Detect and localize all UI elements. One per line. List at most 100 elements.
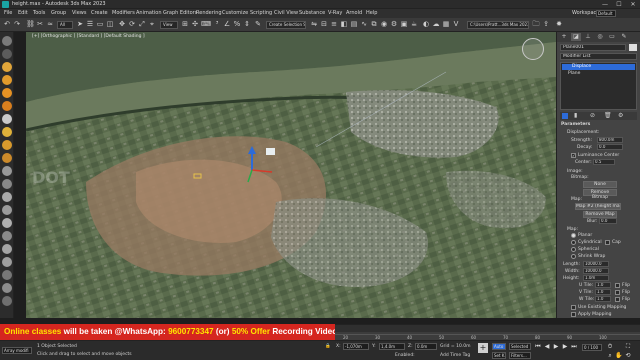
toggle-ribbon-icon[interactable]: ▤ <box>350 20 358 29</box>
play-icon[interactable]: ▶ <box>552 343 560 351</box>
vray-sun-icon[interactable] <box>2 75 12 85</box>
width-spinner[interactable]: 10000.0 <box>583 268 609 274</box>
modifier-list-dropdown[interactable]: Modifier List <box>560 53 637 60</box>
pin-stack-icon[interactable] <box>562 113 568 119</box>
link-icon[interactable]: ⛓ <box>26 20 35 29</box>
toggle-layer-explorer-icon[interactable]: ◧ <box>340 20 348 29</box>
auto-key-button[interactable]: Auto <box>492 343 506 350</box>
rectangular-selection-icon[interactable]: ▭ <box>96 20 104 29</box>
menu-customize[interactable]: Customize <box>222 10 248 16</box>
modify-tab-icon[interactable]: ◪ <box>571 33 581 41</box>
y-coord-field[interactable]: 1,4.0m <box>379 343 405 350</box>
modifier-stack-item-displace[interactable]: Displace <box>562 64 635 70</box>
material-editor-icon[interactable]: ◉ <box>380 20 388 29</box>
select-by-name-icon[interactable]: ☰ <box>86 20 94 29</box>
v-flip-checkbox[interactable] <box>615 290 620 295</box>
length-spinner[interactable]: 10000.0 <box>583 261 609 267</box>
set-key-button[interactable]: Set K. <box>492 352 506 359</box>
vray-proxy-icon[interactable] <box>2 114 12 124</box>
render-in-cloud-icon[interactable]: ☁ <box>432 20 440 29</box>
next-frame-icon[interactable]: ▶ <box>561 343 569 351</box>
planar-radio[interactable] <box>571 233 576 238</box>
map-button[interactable]: Map #2 (height map (2)... <box>575 203 621 210</box>
bitmap-none-button[interactable]: None <box>583 181 617 188</box>
previous-frame-icon[interactable]: ◀ <box>543 343 551 351</box>
menu-group[interactable]: Group <box>51 10 66 16</box>
shrink-wrap-radio[interactable] <box>571 254 576 259</box>
create-tab-icon[interactable]: + <box>559 33 569 41</box>
key-filters-button[interactable]: Filters... <box>509 352 531 359</box>
remove-modifier-icon[interactable]: 🗑 <box>604 112 612 119</box>
time-configuration-icon[interactable]: ⏱ <box>606 343 614 351</box>
menu-animation[interactable]: Animation <box>136 10 162 16</box>
remove-map-button[interactable]: Remove Map <box>583 211 617 218</box>
vray-vision-icon[interactable] <box>2 270 12 280</box>
menu-civil-view[interactable]: Civil View <box>274 10 298 16</box>
select-object-icon[interactable]: ➤ <box>76 20 84 29</box>
zoom-icon[interactable]: ⌕ <box>606 352 614 360</box>
bind-space-warp-icon[interactable]: ≈ <box>46 20 54 29</box>
vray-edit-icon[interactable] <box>2 179 12 189</box>
pivot-center-icon[interactable]: ⊞ <box>181 20 189 29</box>
vray-sphere-icon[interactable] <box>2 153 12 163</box>
vray-fur-icon[interactable] <box>2 127 12 137</box>
maxscript-listener-box[interactable]: Array modifi <box>2 347 32 354</box>
w-flip-checkbox[interactable] <box>615 297 620 302</box>
menu-arnold[interactable]: Arnold <box>346 10 362 16</box>
u-tile-spinner[interactable]: 1.0 <box>595 282 611 288</box>
motion-tab-icon[interactable]: ◎ <box>595 33 605 41</box>
vray-lister-icon[interactable] <box>2 244 12 254</box>
time-slider-track[interactable]: 20 30 40 50 60 70 80 90 100 <box>335 324 640 340</box>
add-time-tag-button[interactable]: Add Time Tag <box>440 353 470 358</box>
configure-sets-icon[interactable]: ⚙ <box>618 112 623 119</box>
menu-graph-editors[interactable]: Graph Editors <box>163 10 197 16</box>
selection-filter-dropdown[interactable]: All <box>57 21 73 29</box>
goto-end-icon[interactable]: ⏭ <box>570 343 578 351</box>
viewport-perspective[interactable]: [+] [Orthographic ] [Standard ] [Default… <box>26 32 556 318</box>
menu-create[interactable]: Create <box>91 10 108 16</box>
gear-icon[interactable] <box>2 49 12 59</box>
use-existing-mapping-checkbox[interactable] <box>571 305 576 310</box>
menu-tools[interactable]: Tools <box>33 10 45 16</box>
selected-dropdown[interactable]: Selected <box>509 343 531 350</box>
x-coord-field[interactable]: -1,070m <box>343 343 369 350</box>
utilities-tab-icon[interactable]: ✎ <box>619 33 629 41</box>
percent-snap-icon[interactable]: % <box>233 20 241 29</box>
goto-start-icon[interactable]: ⏮ <box>534 343 542 351</box>
menu-modifiers[interactable]: Modifiers <box>112 10 135 16</box>
mirror-icon[interactable]: ⇋ <box>310 20 318 29</box>
show-end-result-icon[interactable]: ▮ <box>574 112 577 119</box>
object-name-field[interactable]: Plane001 <box>560 44 626 51</box>
vray-physical-camera-icon[interactable] <box>2 166 12 176</box>
select-and-rotate-icon[interactable]: ⟳ <box>128 20 136 29</box>
height-spinner[interactable]: 1.0m <box>583 275 609 281</box>
vray-clipper-icon[interactable] <box>2 192 12 202</box>
named-selection-set-dropdown[interactable]: Create Selection Se <box>266 21 306 29</box>
set-key-icon[interactable]: + <box>478 343 488 353</box>
select-and-place-icon[interactable]: ⌖ <box>148 20 156 29</box>
window-crossing-icon[interactable]: ◫ <box>106 20 114 29</box>
vray-dome-light-icon[interactable] <box>2 88 12 98</box>
v-tile-spinner[interactable]: 1.0 <box>595 289 611 295</box>
viewcube-icon[interactable] <box>522 38 544 60</box>
vray-plane-icon[interactable] <box>2 140 12 150</box>
curve-editor-icon[interactable]: ∿ <box>360 20 368 29</box>
spherical-radio[interactable] <box>571 247 576 252</box>
spinner-snap-icon[interactable]: ⇕ <box>243 20 251 29</box>
vray-render-icon[interactable]: V <box>452 20 460 29</box>
folder-icon[interactable]: 🗀 <box>532 20 540 29</box>
vray-tool-icon[interactable] <box>2 36 12 46</box>
menu-scripting[interactable]: Scripting <box>250 10 272 16</box>
select-and-scale-icon[interactable]: ⤢ <box>138 20 146 29</box>
vray-frame-buffer-icon[interactable]: ▦ <box>442 20 450 29</box>
orbit-icon[interactable]: ⟲ <box>624 352 632 360</box>
light-bulb-icon[interactable]: ✸ <box>555 20 563 29</box>
cap-checkbox[interactable] <box>605 240 610 245</box>
lock-selection-icon[interactable]: 🔒 <box>325 344 331 349</box>
redo-icon[interactable]: ↷ <box>13 20 21 29</box>
vray-toolbar-more-icon[interactable] <box>2 296 12 306</box>
u-flip-checkbox[interactable] <box>615 283 620 288</box>
center-spinner[interactable]: 0.5 <box>593 159 615 165</box>
cylindrical-radio[interactable] <box>571 240 576 245</box>
snaps-toggle-icon[interactable]: ³ <box>213 20 221 29</box>
